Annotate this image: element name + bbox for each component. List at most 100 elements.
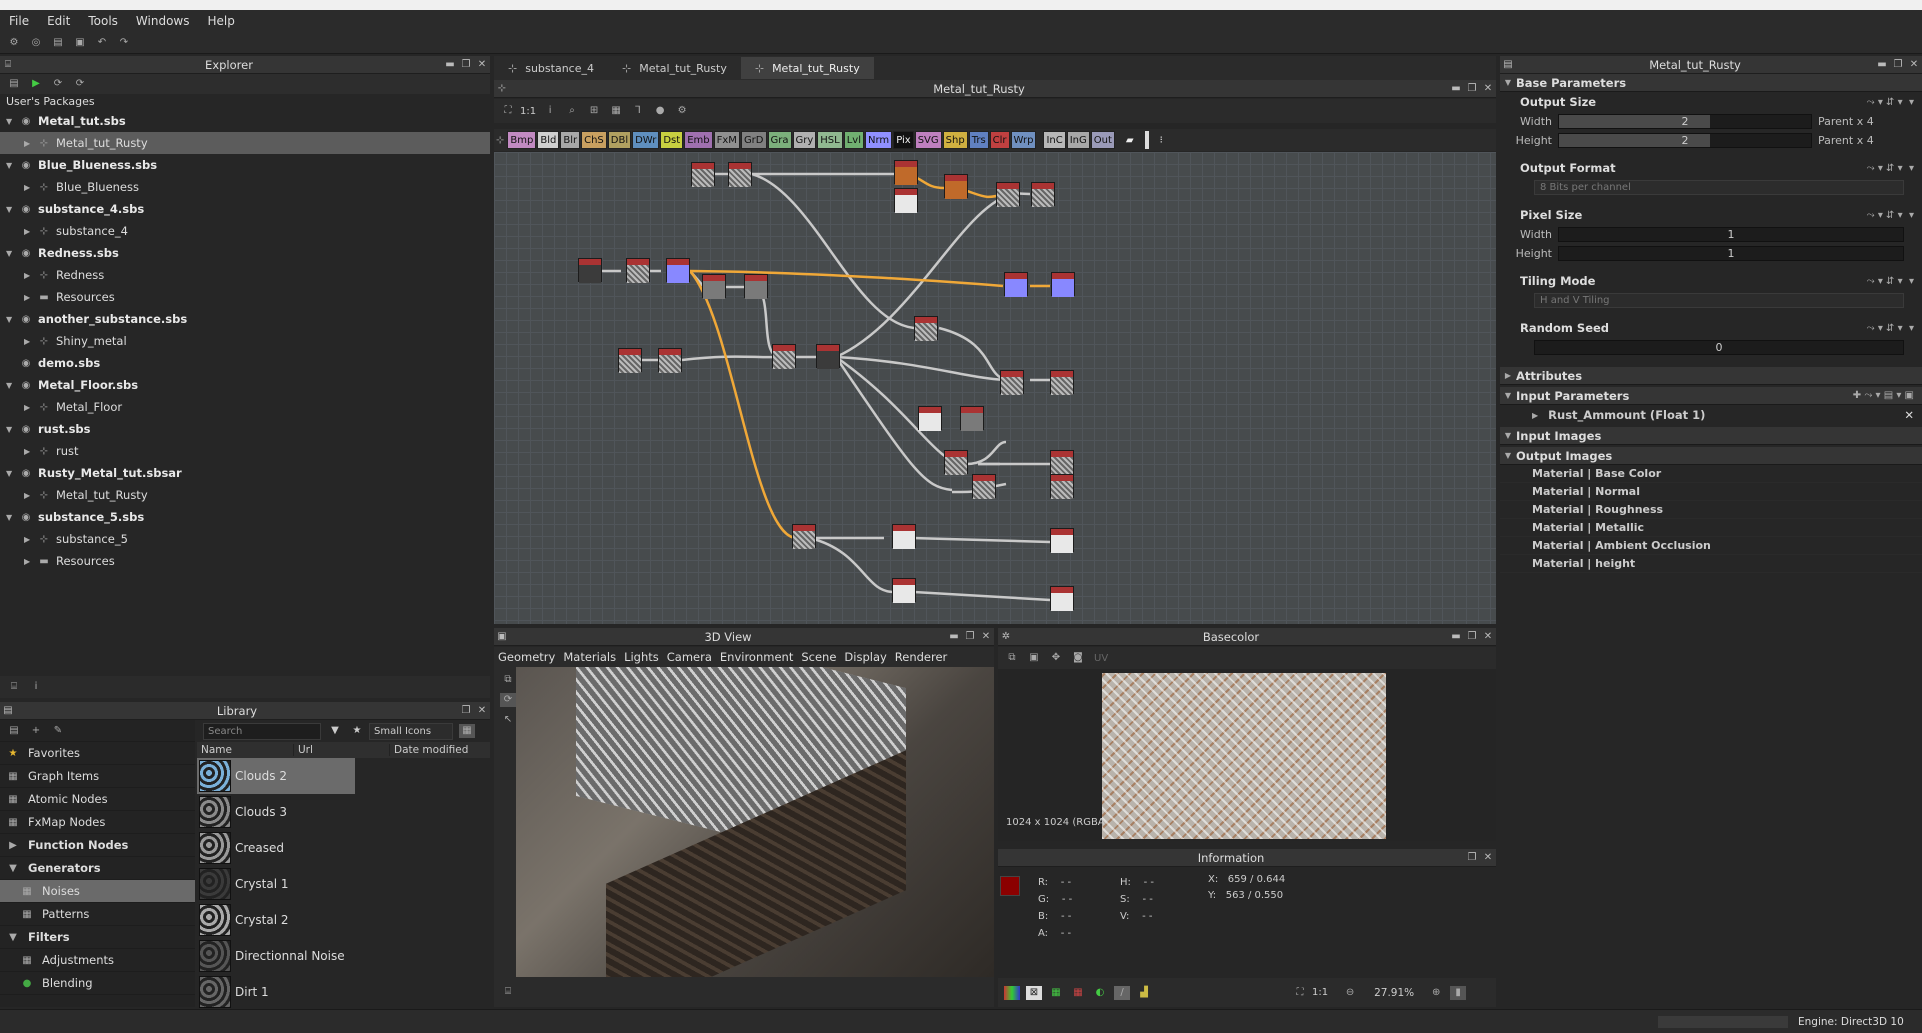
menu-help[interactable]: Help: [198, 14, 243, 28]
expand-arrow-icon[interactable]: ▶: [24, 535, 36, 544]
library-category[interactable]: ▶ Function Nodes: [0, 834, 195, 857]
output-width-relative[interactable]: Parent x 4: [1818, 115, 1874, 128]
expand-arrow-icon[interactable]: ▶: [24, 227, 36, 236]
package-row[interactable]: ▼ ◉ substance_4.sbs: [0, 198, 490, 220]
section-input-images[interactable]: ▼ Input Images: [1500, 427, 1922, 445]
inherit-options-icon[interactable]: ⤳ ▾ ⇵ ▾ ▾: [1867, 97, 1914, 108]
view-options-icon[interactable]: ▦: [459, 724, 475, 738]
node-filter-gry[interactable]: Gry: [792, 131, 817, 149]
output-height-slider[interactable]: 2: [1558, 133, 1812, 148]
graph-row[interactable]: ▶ ⊹ Shiny_metal: [0, 330, 490, 352]
node-filter-dbl[interactable]: DBl: [607, 131, 632, 149]
snapshot-icon[interactable]: ⧉: [500, 673, 516, 687]
output-height-relative[interactable]: Parent x 4: [1818, 134, 1874, 147]
library-category[interactable]: ▼ Filters: [0, 926, 195, 949]
collapse-arrow-icon[interactable]: ▼: [6, 469, 18, 478]
expand-arrow-icon[interactable]: ▶: [24, 447, 36, 456]
inherit-options-icon[interactable]: ⤳ ▾ ⇵ ▾ ▾: [1867, 163, 1914, 174]
package-row[interactable]: ▼ ◉ rust.sbs: [0, 418, 490, 440]
node-filter-svg[interactable]: SVG: [914, 131, 942, 149]
graph-row[interactable]: ▶ ⊹ rust: [0, 440, 490, 462]
random-seed-slider[interactable]: 0: [1534, 340, 1904, 355]
input-param-row[interactable]: ▶ Rust_Ammount (Float 1) ✕: [1500, 405, 1922, 425]
float-icon[interactable]: ❐: [1464, 83, 1480, 94]
link-style-icon[interactable]: ⅂: [630, 104, 646, 118]
graph-node[interactable]: [772, 344, 796, 369]
output-image-row[interactable]: Material | Base Color: [1500, 465, 1922, 483]
menu-edit[interactable]: Edit: [38, 14, 79, 28]
float-icon[interactable]: ❐: [1464, 852, 1480, 863]
lock-icon[interactable]: ▮: [1450, 985, 1467, 1000]
graph-node[interactable]: [618, 348, 642, 373]
float-icon[interactable]: ❐: [458, 59, 474, 70]
rotate-icon[interactable]: ⟳: [500, 693, 516, 707]
node-filter-hsl[interactable]: HSL: [817, 131, 843, 149]
library-category[interactable]: ▦ Adjustments: [0, 949, 195, 972]
pointer-icon[interactable]: ↖: [500, 713, 516, 727]
section-output-images[interactable]: ▼ Output Images: [1500, 447, 1922, 465]
redo-icon[interactable]: ↷: [116, 36, 132, 50]
node-filter-dst[interactable]: Dst: [660, 131, 684, 149]
graph-node[interactable]: [960, 406, 984, 431]
pin-icon[interactable]: ▬: [946, 631, 962, 642]
collapse-arrow-icon[interactable]: ▼: [6, 425, 18, 434]
library-item[interactable]: Dirt 1: [197, 974, 490, 1010]
inherit-options-icon[interactable]: ⤳ ▾ ⇵ ▾ ▾: [1867, 276, 1914, 287]
section-attributes[interactable]: ▶ Attributes: [1500, 367, 1922, 385]
node-filter-wrp[interactable]: Wrp: [1010, 131, 1037, 149]
tree-icon[interactable]: ⌸: [6, 680, 22, 694]
package-row[interactable]: ▼ ◉ another_substance.sbs: [0, 308, 490, 330]
column-name[interactable]: Name: [197, 744, 293, 756]
graph-node[interactable]: [1050, 370, 1074, 395]
library-item[interactable]: Directionnal Noise: [197, 938, 490, 974]
graph-node[interactable]: [691, 162, 715, 187]
save-image-icon[interactable]: ▣: [1026, 651, 1042, 665]
input-param-tools-icon[interactable]: ✚ ⤳ ▾ ▤ ▾ ▣: [1853, 390, 1914, 401]
alpha-icon[interactable]: ⊠: [1026, 985, 1042, 1000]
menu-materials[interactable]: Materials: [563, 650, 616, 664]
undo-icon[interactable]: ↶: [94, 36, 110, 50]
library-item[interactable]: Creased: [197, 830, 490, 866]
collapse-arrow-icon[interactable]: ▼: [6, 249, 18, 258]
publish-icon[interactable]: ⟳: [72, 77, 88, 91]
graph-node[interactable]: [702, 274, 726, 299]
node-filter-out[interactable]: Out: [1090, 131, 1115, 149]
library-item[interactable]: Crystal 1: [197, 866, 490, 902]
graph-node[interactable]: [996, 182, 1020, 207]
node-filter-dwr[interactable]: DWr: [632, 131, 660, 149]
uv-toggle[interactable]: UV: [1094, 653, 1108, 664]
node-filter-ing[interactable]: InG: [1066, 131, 1090, 149]
close-icon[interactable]: ✕: [1480, 631, 1496, 642]
frame-icon[interactable]: [1144, 131, 1149, 149]
info-icon[interactable]: i: [28, 680, 44, 694]
graph-node[interactable]: [1004, 272, 1028, 297]
graph-node[interactable]: [914, 316, 938, 341]
package-row[interactable]: ▼ ◉ substance_5.sbs: [0, 506, 490, 528]
zoom-in-icon[interactable]: ⊕: [1428, 986, 1444, 1000]
collapse-arrow-icon[interactable]: ▼: [6, 117, 18, 126]
search-icon[interactable]: ⌕: [564, 104, 580, 118]
view-mode-select[interactable]: Small Icons: [369, 722, 453, 740]
node-filter-grd[interactable]: GrD: [740, 131, 767, 149]
inherit-options-icon[interactable]: ⤳ ▾ ⇵ ▾ ▾: [1867, 210, 1914, 221]
graph-node[interactable]: [816, 344, 840, 369]
node-filter-pix[interactable]: Pix: [893, 131, 914, 149]
package-row[interactable]: ▼ ◉ Metal_Floor.sbs: [0, 374, 490, 396]
graph-node[interactable]: [658, 348, 682, 373]
graph-node[interactable]: [1051, 272, 1075, 297]
node-filter-gra[interactable]: Gra: [767, 131, 792, 149]
graph-node[interactable]: [894, 160, 918, 185]
fit-icon[interactable]: ⛶: [500, 104, 516, 118]
library-category[interactable]: ▦ Noises: [0, 880, 195, 903]
add-icon[interactable]: +: [28, 724, 44, 738]
package-row[interactable]: ▼ ◉ Blue_Blueness.sbs: [0, 154, 490, 176]
rgb-icon[interactable]: ▦: [1048, 986, 1064, 1000]
node-filter-blr[interactable]: Blr: [560, 131, 581, 149]
channels-icon[interactable]: [1004, 985, 1020, 1000]
graph-row[interactable]: ▶ ⊹ Metal_Floor: [0, 396, 490, 418]
expand-arrow-icon[interactable]: ▶: [24, 491, 36, 500]
collapse-arrow-icon[interactable]: ▼: [6, 205, 18, 214]
expand-arrow-icon[interactable]: ▶: [24, 271, 36, 280]
float-icon[interactable]: ❐: [458, 705, 474, 716]
node-filter-bld[interactable]: Bld: [537, 131, 560, 149]
